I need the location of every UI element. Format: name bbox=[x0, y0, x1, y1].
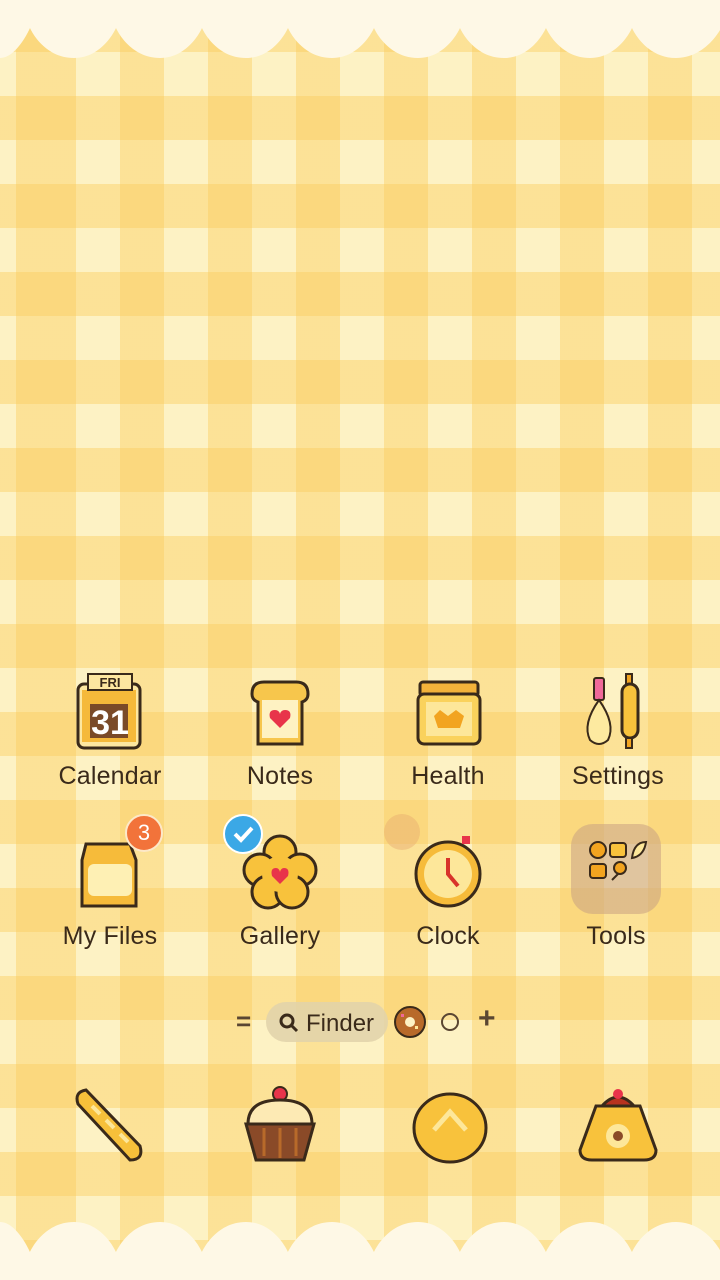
app-label: Notes bbox=[246, 762, 314, 790]
search-icon bbox=[279, 1013, 299, 1033]
app-settings[interactable]: Settings bbox=[533, 670, 703, 800]
notification-badge: 3 bbox=[125, 814, 163, 852]
finder-bar: = Finder + bbox=[0, 1000, 720, 1046]
app-label: Clock bbox=[416, 922, 480, 950]
toast-notes-icon bbox=[250, 680, 310, 746]
top-scallop-border bbox=[0, 0, 720, 60]
bottom-scallop-border bbox=[0, 1220, 720, 1280]
app-label: Health bbox=[411, 762, 485, 790]
app-health[interactable]: Health bbox=[363, 670, 533, 800]
flower-cookie-gallery-icon bbox=[242, 834, 318, 910]
cookie-clock-icon bbox=[414, 836, 482, 908]
app-label: My Files bbox=[62, 922, 158, 950]
dock bbox=[0, 1078, 720, 1178]
app-gallery[interactable]: Gallery bbox=[195, 814, 365, 960]
pudding-camera-icon[interactable] bbox=[572, 1080, 664, 1172]
menu-icon[interactable]: = bbox=[236, 1006, 251, 1037]
finder-label: Finder bbox=[306, 1010, 375, 1037]
honey-jar-health-icon bbox=[416, 680, 482, 746]
add-page-icon[interactable]: + bbox=[478, 1002, 496, 1036]
app-notes[interactable]: Notes bbox=[195, 670, 365, 800]
whisk-rolling-pin-settings-icon bbox=[586, 673, 640, 749]
baguette-phone-icon[interactable] bbox=[62, 1080, 154, 1172]
calendar-icon: FRI 31 bbox=[76, 673, 142, 750]
svg-text:FRI: FRI bbox=[100, 675, 121, 690]
app-clock[interactable]: Clock bbox=[363, 814, 533, 960]
app-my-files[interactable]: 3 My Files bbox=[25, 814, 195, 960]
app-label: Gallery bbox=[239, 922, 321, 950]
bun-browser-icon[interactable] bbox=[404, 1080, 496, 1172]
app-calendar[interactable]: FRI 31 Calendar bbox=[25, 670, 195, 800]
app-label: Calendar bbox=[58, 762, 162, 790]
folder-tools[interactable]: Tools bbox=[531, 824, 701, 960]
finder-search-button[interactable]: Finder bbox=[266, 1002, 388, 1042]
cupcake-messages-icon[interactable] bbox=[234, 1080, 326, 1172]
svg-text:31: 31 bbox=[91, 704, 129, 742]
app-label: Settings bbox=[572, 762, 664, 790]
current-page-donut-icon[interactable] bbox=[392, 1004, 428, 1040]
folder-tools-icon bbox=[589, 840, 648, 881]
app-label: Tools bbox=[586, 922, 646, 950]
home-app-grid: FRI 31 Calendar Notes Health Settings 3 … bbox=[0, 670, 720, 960]
page-indicator[interactable] bbox=[441, 1013, 459, 1031]
